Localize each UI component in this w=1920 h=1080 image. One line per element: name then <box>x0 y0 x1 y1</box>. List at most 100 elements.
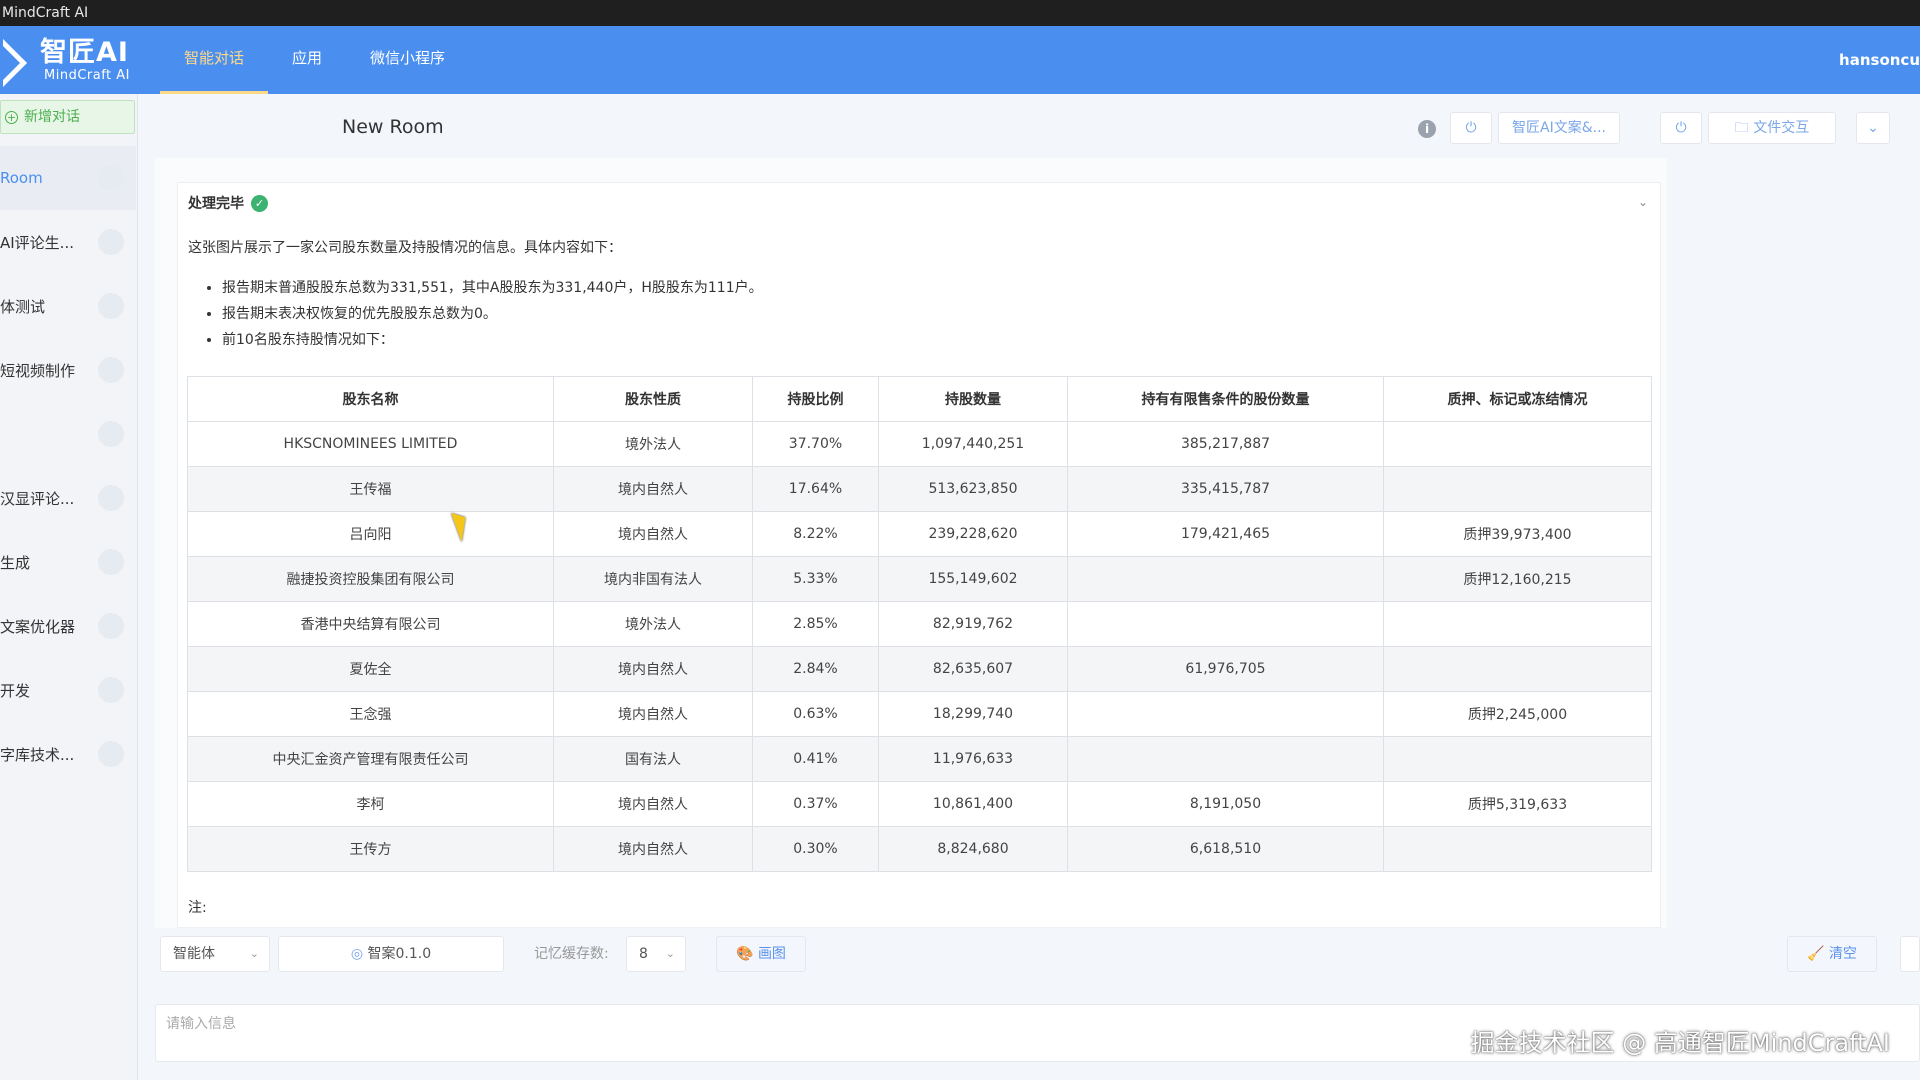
new-chat-label: 新增对话 <box>24 109 80 125</box>
sidebar-item-label: 生成 <box>0 553 31 572</box>
sidebar-item[interactable]: AI评论生... <box>0 210 136 274</box>
conversation-avatar <box>98 229 124 255</box>
draw-button-label: 画图 <box>757 946 786 962</box>
table-cell: 17.64% <box>752 466 879 512</box>
message-intro: 这张图片展示了一家公司股东数量及持股情况的信息。具体内容如下： <box>188 240 622 256</box>
table-cell: 0.41% <box>752 736 879 782</box>
model-select[interactable]: ◎ 智案0.1.0 <box>278 936 504 972</box>
sidebar-item-label: Room <box>0 169 43 187</box>
table-cell: 夏佐全 <box>187 646 554 692</box>
nav-item-chat[interactable]: 智能对话 <box>160 26 269 94</box>
table-cell: 境外法人 <box>553 601 753 647</box>
sidebar-item-room[interactable]: Room <box>0 146 136 210</box>
table-cell <box>1383 736 1652 782</box>
sidebar-item-label: 短视频制作 <box>0 361 76 380</box>
table-cell: 18,299,740 <box>878 691 1068 737</box>
table-cell: 0.30% <box>752 826 879 872</box>
nav-item-miniprogram[interactable]: 微信小程序 <box>346 26 469 94</box>
broom-icon: 🧹 <box>1807 946 1829 962</box>
memory-select[interactable]: 8 ⌄ <box>626 936 686 972</box>
logo[interactable]: 智匠AI MindCraft AI <box>0 32 130 88</box>
sidebar-item[interactable]: 文案优化器 <box>0 594 136 658</box>
sidebar-item[interactable]: 字库技术... <box>0 722 136 786</box>
table-cell: 155,149,602 <box>878 556 1068 602</box>
power-button[interactable]: ⏻ <box>1450 112 1492 144</box>
sidebar-item[interactable] <box>0 402 136 466</box>
nav-item-apps[interactable]: 应用 <box>268 26 346 94</box>
conversation-avatar <box>98 549 124 575</box>
table-cell: 中央汇金资产管理有限责任公司 <box>187 736 554 782</box>
table-cell: 11,976,633 <box>878 736 1068 782</box>
table-row: 夏佐全 境内自然人 2.84% 82,635,607 61,976,705 <box>187 646 1652 692</box>
table-cell: 境内自然人 <box>553 646 753 692</box>
table-cell: 2.85% <box>752 601 879 647</box>
user-name[interactable]: hansoncu <box>1839 26 1920 94</box>
dropdown-button[interactable]: ⌄ <box>1856 112 1890 144</box>
table-cell <box>1067 691 1384 737</box>
info-icon[interactable]: i <box>1418 120 1436 138</box>
sidebar-item[interactable]: 体测试 <box>0 274 136 338</box>
more-button[interactable] <box>1900 936 1920 972</box>
table-cell: 2.84% <box>752 646 879 692</box>
sidebar-item-label: 字库技术... <box>0 745 75 764</box>
table-cell: 82,635,607 <box>878 646 1068 692</box>
table-row: 王传方 境内自然人 0.30% 8,824,680 6,618,510 <box>187 826 1652 872</box>
table-cell: 王传福 <box>187 466 554 512</box>
table-cell: 8.22% <box>752 511 879 557</box>
power-button-2[interactable]: ⏻ <box>1660 112 1702 144</box>
file-button-label: 文件交互 <box>1753 120 1810 136</box>
agent-select-value: 智能体 <box>173 946 215 962</box>
file-interaction-button[interactable]: 🗀 文件交互 <box>1708 112 1836 144</box>
watermark-text: 掘金技术社区 @ 高通智匠MindCraftAI <box>1470 1029 1890 1057</box>
clear-button-label: 清空 <box>1828 946 1857 962</box>
message-bullets: 报告期末普通股股东总数为331,551，其中A股股东为331,440户，H股股东… <box>222 275 763 353</box>
status-text: 处理完毕 <box>188 196 244 212</box>
table-cell: 境外法人 <box>553 421 753 467</box>
message-area[interactable]: 处理完毕 ✓ ⌄ 这张图片展示了一家公司股东数量及持股情况的信息。具体内容如下：… <box>155 158 1667 928</box>
new-chat-button[interactable]: + 新增对话 <box>0 100 135 134</box>
table-row: HKSCNOMINEES LIMITED 境外法人 37.70% 1,097,440,… <box>187 421 1652 467</box>
agent-select[interactable]: 智能体 ⌄ <box>160 936 270 972</box>
column-header: 股东性质 <box>553 376 753 422</box>
sidebar-item-label: 文案优化器 <box>0 617 76 636</box>
table-cell: 10,861,400 <box>878 781 1068 827</box>
table-cell: 境内自然人 <box>553 781 753 827</box>
chevron-down-icon[interactable]: ⌄ <box>1638 195 1648 209</box>
power-icon: ⏻ <box>1465 120 1477 136</box>
table-cell: 境内自然人 <box>553 511 753 557</box>
chevron-down-icon: ⌄ <box>665 947 675 960</box>
table-cell: 境内自然人 <box>553 466 753 512</box>
draw-button[interactable]: 🎨 画图 <box>716 936 806 972</box>
table-cell <box>1383 466 1652 512</box>
table-row: 王传福 境内自然人 17.64% 513,623,850 335,415,787 <box>187 466 1652 512</box>
clear-button[interactable]: 🧹 清空 <box>1787 936 1877 972</box>
table-row: 融捷投资控股集团有限公司 境内非国有法人 5.33% 155,149,602 质押12,… <box>187 556 1652 602</box>
palette-icon: 🎨 <box>736 946 758 962</box>
sidebar-item-label: 汉显评论... <box>0 489 75 508</box>
table-cell <box>1383 646 1652 692</box>
conversation-avatar <box>98 421 124 447</box>
list-item: 报告期末表决权恢复的优先股股东总数为0。 <box>222 301 763 327</box>
logo-sub-text: MindCraft AI <box>44 67 131 83</box>
chat-toolbar: 智能体 ⌄ ◎ 智案0.1.0 记忆缓存数: 8 ⌄ 🎨 画图 🧹 清空 <box>150 928 1920 980</box>
sidebar-item-label: 体测试 <box>0 297 46 316</box>
sidebar-item[interactable]: 汉显评论... <box>0 466 136 530</box>
column-header: 持股数量 <box>878 376 1068 422</box>
column-header: 持股比例 <box>752 376 879 422</box>
column-header: 持有有限售条件的股份数量 <box>1067 376 1384 422</box>
table-cell: 335,415,787 <box>1067 466 1384 512</box>
logo-main-text: 智匠AI <box>40 36 129 68</box>
sidebar-item[interactable]: 生成 <box>0 530 136 594</box>
table-header-row: 股东名称 股东性质 持股比例 持股数量 持有有限售条件的股份数量 质押、标记或冻… <box>187 376 1652 422</box>
window-title-bar: MindCraft AI <box>0 0 1920 26</box>
table-cell: 李柯 <box>187 781 554 827</box>
assistant-message-card: 处理完毕 ✓ ⌄ 这张图片展示了一家公司股东数量及持股情况的信息。具体内容如下：… <box>177 182 1661 928</box>
sidebar-item[interactable]: 开发 <box>0 658 136 722</box>
note-label: 注: <box>188 900 207 916</box>
message-input[interactable] <box>166 1013 1366 1035</box>
table-cell: 0.37% <box>752 781 879 827</box>
table-cell <box>1067 601 1384 647</box>
table-cell: 5.33% <box>752 556 879 602</box>
sidebar-item[interactable]: 短视频制作 <box>0 338 136 402</box>
assistant-button[interactable]: 智匠AI文案&... <box>1498 112 1620 144</box>
